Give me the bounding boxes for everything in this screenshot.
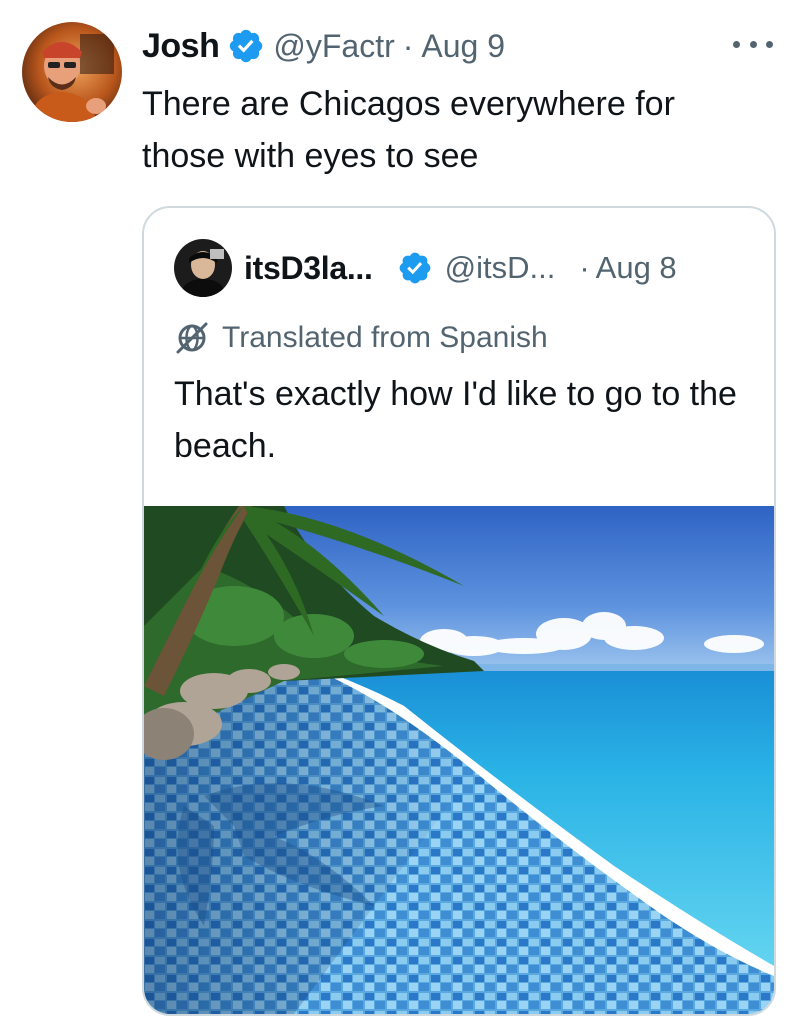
tweet-date[interactable]: Aug 9	[421, 28, 505, 65]
translated-label: Translated from Spanish	[222, 321, 548, 354]
quoted-author-avatar[interactable]	[174, 239, 232, 297]
quoted-tweet-header: itsD3la... @itsD... · Aug 8	[174, 238, 677, 298]
beach-photo[interactable]	[144, 506, 774, 1014]
quoted-author-handle[interactable]: @itsD...	[445, 250, 556, 286]
tweet-header: Josh @yFactr · Aug 9	[142, 24, 505, 68]
translate-icon	[176, 322, 208, 354]
avatar-icon	[22, 22, 122, 122]
quoted-tweet-text: That's exactly how I'd like to go to the…	[174, 375, 737, 465]
author-handle[interactable]: @yFactr	[273, 28, 394, 65]
separator-dot: ·	[579, 250, 590, 285]
avatar-icon	[174, 239, 232, 297]
verified-badge-icon	[399, 252, 430, 284]
verified-badge-icon	[230, 29, 263, 63]
translated-notice[interactable]: Translated from Spanish	[174, 318, 548, 358]
more-options-icon[interactable]	[733, 36, 773, 52]
author-avatar[interactable]	[22, 22, 122, 122]
quoted-tweet-date[interactable]: Aug 8	[596, 250, 677, 286]
quoted-tweet[interactable]: itsD3la... @itsD... · Aug 8 Translated f…	[142, 206, 776, 1016]
separator-dot: ·	[402, 27, 414, 64]
quoted-author-name[interactable]: itsD3la...	[244, 250, 373, 287]
tweet-text: There are Chicagos everywhere for those …	[142, 85, 675, 175]
author-name[interactable]: Josh	[142, 27, 220, 66]
